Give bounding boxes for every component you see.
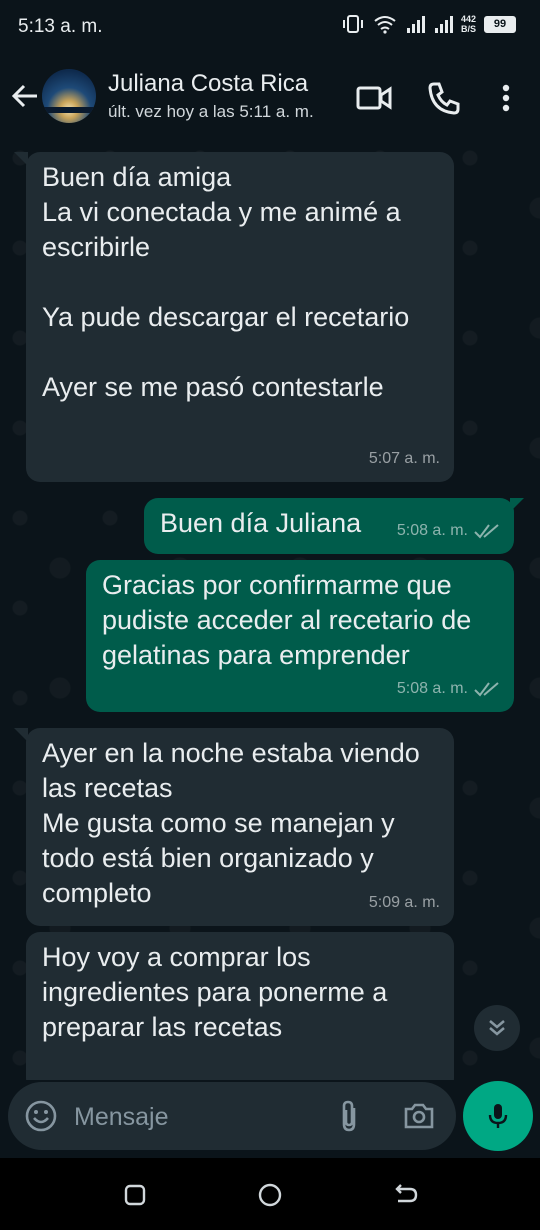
video-call-icon[interactable] (354, 78, 394, 118)
composer-bar (0, 1080, 540, 1156)
double-check-icon (474, 523, 499, 539)
double-check-icon (474, 681, 499, 697)
status-time: 5:13 a. m. (18, 16, 103, 37)
avatar[interactable] (42, 69, 96, 123)
net-speed: 442 B/S (461, 14, 476, 34)
scroll-down-button[interactable] (474, 1005, 520, 1051)
signal-icon-2 (434, 16, 453, 33)
incoming-message[interactable]: Hoy voy a comprar los ingredientes para … (26, 932, 454, 1080)
message-meta: 5:08 a. m. (397, 513, 500, 548)
outgoing-message[interactable]: Gracias por confirmarme que pudiste acce… (86, 560, 514, 712)
emoji-icon[interactable] (24, 1099, 58, 1133)
recents-icon[interactable] (120, 1180, 150, 1210)
camera-icon[interactable] (402, 1099, 436, 1133)
chevrons-down-icon (489, 1020, 505, 1036)
outgoing-message[interactable]: Buen día Juliana 5:08 a. m. (144, 498, 514, 554)
message-text: Gracias por confirmarme que pudiste acce… (102, 570, 472, 670)
back-arrow-icon[interactable] (10, 81, 40, 111)
message-time: 5:08 a. m. (396, 680, 468, 697)
status-bar: 5:13 a. m. 442 B/S 99 (0, 0, 540, 56)
message-meta: 5:07 a. m. (369, 441, 440, 476)
more-vert-icon[interactable] (488, 78, 524, 118)
last-seen[interactable]: últ. vez hoy a las 5:11 a. m. (108, 102, 314, 122)
signal-icon (406, 16, 425, 33)
net-speed-value: 442 (460, 14, 476, 24)
message-time: 5:08 a. m. (396, 522, 468, 539)
vibrate-icon (342, 15, 363, 33)
battery-level: 99 (484, 15, 516, 33)
chat-header: Juliana Costa Rica últ. vez hoy a las 5:… (0, 56, 540, 139)
incoming-message[interactable]: Buen día amiga La vi conectada y me anim… (26, 152, 454, 482)
nav-back-icon[interactable] (390, 1180, 420, 1210)
mic-button[interactable] (463, 1081, 533, 1151)
attach-icon[interactable] (334, 1098, 364, 1134)
incoming-message[interactable]: Ayer en la noche estaba viendo las recet… (26, 728, 454, 926)
phone-icon[interactable] (424, 78, 464, 118)
contact-name[interactable]: Juliana Costa Rica (108, 70, 308, 98)
chat-area[interactable]: Buen día amiga La vi conectada y me anim… (0, 138, 540, 1080)
net-speed-unit: B/S (460, 24, 476, 34)
message-meta: 5:09 a. m. (369, 885, 440, 920)
home-icon[interactable] (255, 1180, 285, 1210)
message-text: Buen día amiga La vi conectada y me anim… (42, 162, 410, 402)
message-input[interactable] (72, 1098, 316, 1136)
message-text: Hoy voy a comprar los ingredientes para … (42, 942, 388, 1042)
composer[interactable] (8, 1082, 456, 1150)
message-time: 5:09 a. m. (368, 894, 440, 911)
message-time: 5:07 a. m. (368, 450, 440, 467)
message-meta: 5:08 a. m. (397, 671, 500, 706)
system-nav-bar (0, 1158, 540, 1230)
wifi-icon (374, 16, 396, 34)
mic-icon (488, 1104, 508, 1128)
